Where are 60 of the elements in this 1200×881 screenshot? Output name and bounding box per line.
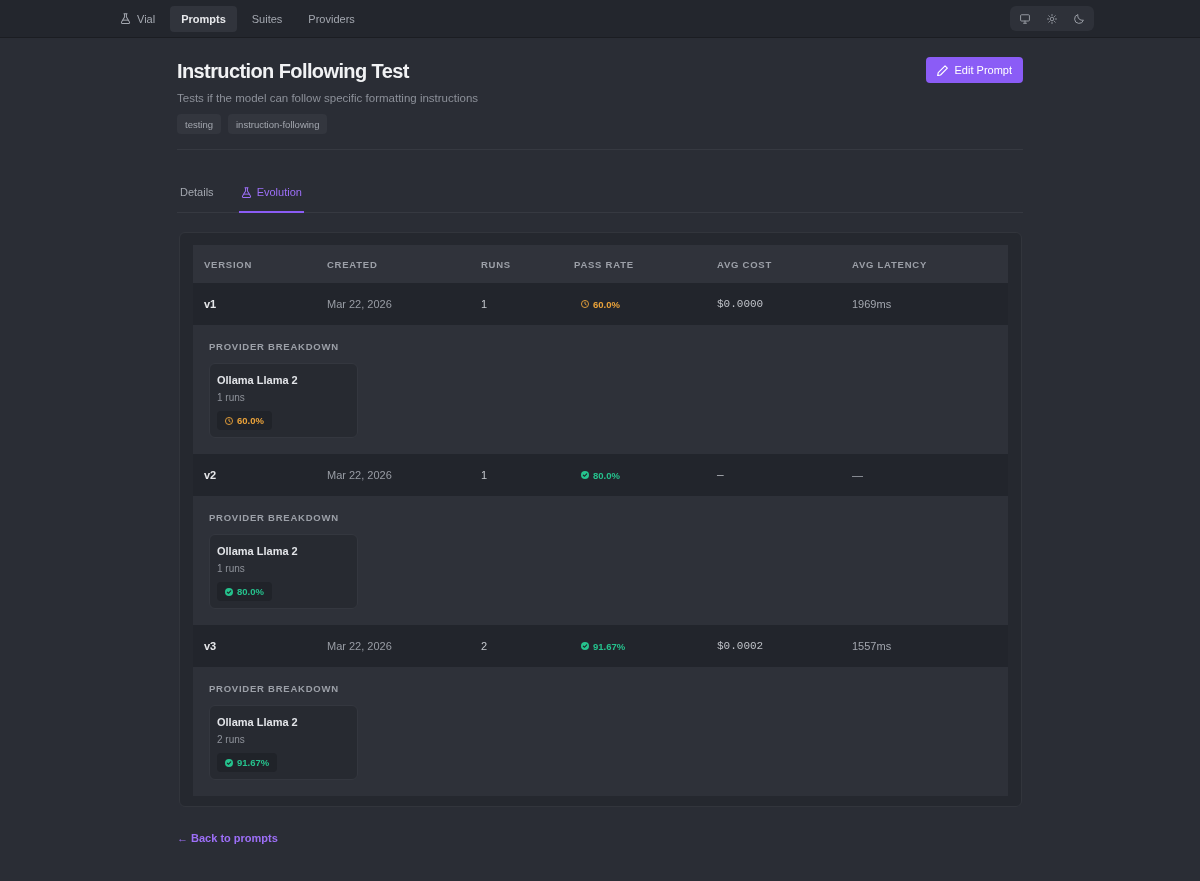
section-heading: PROVIDER BREAKDOWN xyxy=(209,683,339,695)
check-circle-icon xyxy=(581,642,589,650)
created-cell: Mar 22, 2026 xyxy=(327,640,392,652)
column-header: AVG COST xyxy=(717,258,772,270)
provider-name: Ollama Llama 2 xyxy=(217,544,298,558)
brand-link[interactable]: Vial xyxy=(109,5,167,32)
pass-rate-text: 60.0% xyxy=(593,298,620,310)
nav-link[interactable]: Suites xyxy=(240,5,294,32)
version-cell: v1 xyxy=(204,298,217,310)
flask-icon xyxy=(240,186,252,198)
avg-latency-cell: 1969ms xyxy=(852,298,892,310)
pass-rate-text: 91.67% xyxy=(593,640,626,652)
pass-rate-text: 91.67% xyxy=(237,757,270,768)
provider-name: Ollama Llama 2 xyxy=(217,373,298,387)
runs-cell: 1 xyxy=(481,469,488,481)
column-header: PASS RATE xyxy=(574,258,634,270)
avg-latency-cell: 1557ms xyxy=(852,640,892,652)
flask-icon xyxy=(120,13,131,24)
check-circle-icon xyxy=(225,587,233,596)
section-heading: PROVIDER BREAKDOWN xyxy=(209,341,339,353)
page-description: Tests if the model can follow specific formatting instructions xyxy=(177,91,479,106)
nav-link[interactable]: Providers xyxy=(297,5,366,32)
clock-icon xyxy=(581,300,589,308)
column-header: CREATED xyxy=(327,258,378,270)
sun-icon xyxy=(1047,13,1057,24)
edit-prompt-button[interactable]: Edit Prompt xyxy=(925,57,1023,83)
avg-latency-cell: — xyxy=(852,469,863,481)
runs-cell: 2 xyxy=(481,640,488,652)
section-heading: PROVIDER BREAKDOWN xyxy=(209,512,339,524)
nav-link[interactable]: Prompts xyxy=(170,5,237,32)
avg-cost-cell: $0.0002 xyxy=(717,640,764,652)
avg-cost-cell: $0.0000 xyxy=(717,298,764,310)
check-circle-icon xyxy=(225,758,233,767)
pencil-icon xyxy=(936,64,948,76)
pass-rate-text: 60.0% xyxy=(237,415,264,426)
created-cell: Mar 22, 2026 xyxy=(327,469,392,481)
column-header: AVG LATENCY xyxy=(852,258,928,270)
tag: instruction-following xyxy=(228,114,328,134)
tab[interactable]: Evolution xyxy=(238,170,304,213)
page-title: Instruction Following Test xyxy=(177,59,409,84)
monitor-icon xyxy=(1020,13,1030,24)
pass-rate-text: 80.0% xyxy=(593,469,620,481)
pass-rate-text: 80.0% xyxy=(237,586,264,597)
avg-cost-cell: — xyxy=(717,469,724,481)
check-circle-icon xyxy=(581,471,589,479)
version-cell: v2 xyxy=(204,469,217,481)
runs-cell: 1 xyxy=(481,298,488,310)
column-header: RUNS xyxy=(481,258,511,270)
provider-runs: 1 runs xyxy=(217,562,245,576)
provider-runs: 2 runs xyxy=(217,733,245,747)
clock-icon xyxy=(225,416,233,425)
provider-name: Ollama Llama 2 xyxy=(217,715,298,729)
version-cell: v3 xyxy=(204,640,217,652)
provider-runs: 1 runs xyxy=(217,391,245,405)
created-cell: Mar 22, 2026 xyxy=(327,298,392,310)
tag: testing xyxy=(177,114,221,134)
moon-icon xyxy=(1074,13,1084,24)
tab[interactable]: Details xyxy=(178,170,216,213)
back-link[interactable]: ← Back to prompts xyxy=(177,832,278,844)
column-header: VERSION xyxy=(204,258,253,270)
